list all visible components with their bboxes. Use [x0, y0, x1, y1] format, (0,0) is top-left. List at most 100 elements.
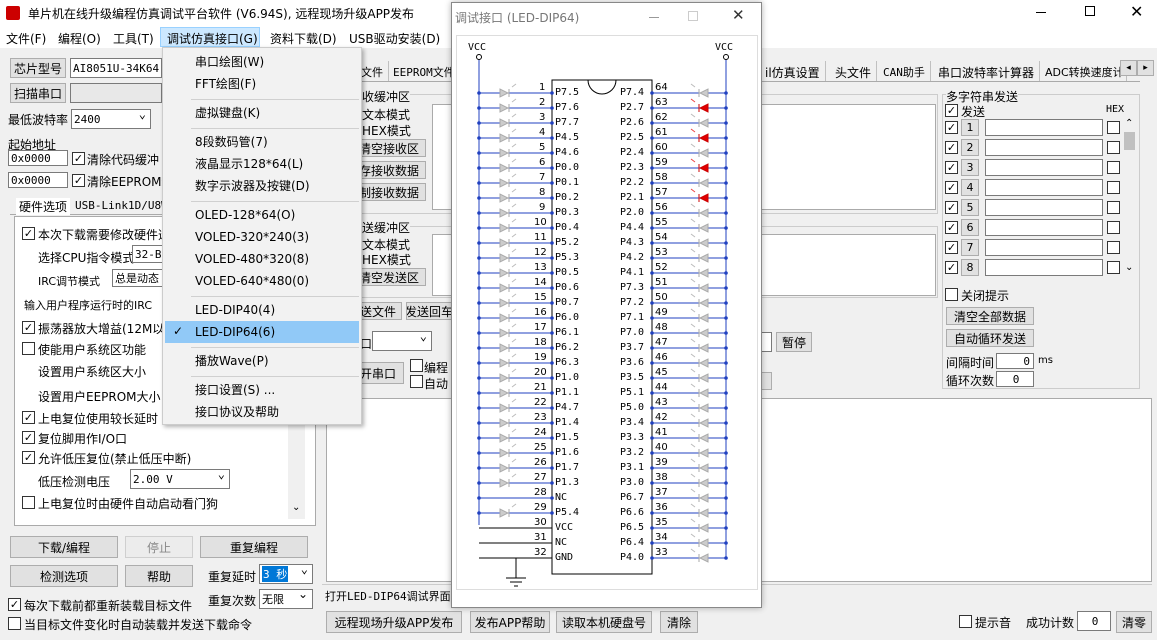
recv-text-mode[interactable]: 文本模式: [362, 106, 410, 123]
save-recv-button[interactable]: 存接收数据: [352, 161, 426, 179]
reload-each-checkbox[interactable]: ✓: [8, 598, 21, 611]
menu-debug[interactable]: 调试仿真接口(G): [167, 30, 258, 47]
close-hint-checkbox[interactable]: [945, 288, 958, 301]
multi-row-hex-checkbox[interactable]: [1107, 221, 1120, 234]
tab-usb-link[interactable]: USB-Link1D/U8W: [75, 199, 168, 212]
multi-row-send-button[interactable]: 8: [961, 259, 979, 276]
menu-item-play-wave[interactable]: 播放Wave(P): [163, 350, 361, 372]
menu-item-voled-640[interactable]: VOLED-640*480(0): [163, 270, 361, 292]
eeprom-address-field[interactable]: 0x0000: [8, 172, 68, 188]
publish-help-button[interactable]: 发布APP帮助: [470, 611, 550, 633]
success-count-field[interactable]: 0: [1077, 611, 1111, 631]
menu-item-voled-320[interactable]: VOLED-320*240(3): [163, 226, 361, 248]
multi-row-send-button[interactable]: 1: [961, 119, 979, 136]
minimize-icon[interactable]: [1036, 12, 1046, 13]
auto-loop-button[interactable]: 自动循环发送: [946, 329, 1034, 347]
multi-row-input[interactable]: [985, 259, 1103, 276]
multi-row-send-button[interactable]: 3: [961, 159, 979, 176]
repeat-delay-select[interactable]: 3 秒: [259, 564, 313, 584]
tab-baud-calc[interactable]: 串口波特率计算器: [933, 61, 1041, 81]
modify-hw-checkbox[interactable]: ✓: [22, 227, 35, 240]
tab-can-helper[interactable]: CAN助手: [878, 61, 931, 81]
watchdog-checkbox[interactable]: [22, 496, 35, 509]
stop-button[interactable]: 停止: [125, 536, 193, 558]
menu-item-oled[interactable]: OLED-128*64(O): [163, 204, 361, 226]
repeat-count-select[interactable]: 无限: [259, 589, 313, 609]
chip-model-field[interactable]: AI8051U-34K64: [70, 58, 162, 78]
menu-download[interactable]: 资料下载(D): [270, 30, 337, 47]
clear-button[interactable]: 清除: [660, 611, 698, 633]
multi-scroll-thumb[interactable]: [1124, 132, 1135, 150]
multi-row-input[interactable]: [985, 119, 1103, 136]
multi-row-checkbox[interactable]: ✓: [945, 241, 958, 254]
baud-select[interactable]: 2400: [71, 109, 151, 129]
send-hex-mode[interactable]: HEX模式: [362, 251, 411, 268]
pause-button[interactable]: 暂停: [776, 332, 812, 352]
irc-mode-select[interactable]: 总是动态: [112, 269, 164, 287]
recv-hex-mode[interactable]: HEX模式: [362, 122, 411, 139]
menu-item-7seg[interactable]: 8段数码管(7): [163, 131, 361, 153]
scroll-down-icon[interactable]: ⌄: [292, 502, 300, 513]
menu-item-interface-settings[interactable]: 接口设置(S) ...: [163, 379, 361, 401]
clear-code-checkbox[interactable]: ✓: [72, 152, 85, 165]
beep-checkbox[interactable]: [959, 615, 972, 628]
tab-scroll-left-icon[interactable]: ◂: [1120, 60, 1137, 76]
long-delay-checkbox[interactable]: ✓: [22, 411, 35, 424]
menu-item-lcd[interactable]: 液晶显示128*64(L): [163, 153, 361, 175]
menu-item-oscilloscope[interactable]: 数字示波器及按键(D): [163, 175, 361, 197]
multi-row-checkbox[interactable]: ✓: [945, 261, 958, 274]
tab-hardware[interactable]: 硬件选项: [16, 198, 71, 215]
multi-row-hex-checkbox[interactable]: [1107, 181, 1120, 194]
multi-row-input[interactable]: [985, 219, 1103, 236]
multi-row-hex-checkbox[interactable]: [1107, 121, 1120, 134]
multi-scrollbar[interactable]: ⌃ ⌄: [1123, 118, 1136, 276]
multi-row-checkbox[interactable]: ✓: [945, 141, 958, 154]
menu-item-fft-plot[interactable]: FFT绘图(F): [163, 73, 361, 95]
chip-type-button[interactable]: 芯片型号: [10, 58, 66, 78]
multi-row-send-button[interactable]: 6: [961, 219, 979, 236]
multi-row-checkbox[interactable]: ✓: [945, 181, 958, 194]
menu-item-serial-plot[interactable]: 串口绘图(W): [163, 51, 361, 73]
com-port-select[interactable]: [372, 331, 432, 351]
multi-row-input[interactable]: [985, 199, 1103, 216]
multi-row-checkbox[interactable]: ✓: [945, 121, 958, 134]
multi-row-send-button[interactable]: 7: [961, 239, 979, 256]
multi-row-checkbox[interactable]: ✓: [945, 221, 958, 234]
multi-row-hex-checkbox[interactable]: [1107, 261, 1120, 274]
tab-header-file[interactable]: 头文件: [830, 61, 878, 81]
menu-file[interactable]: 文件(F): [6, 30, 46, 47]
cpu-mode-select[interactable]: 32-B: [132, 245, 164, 263]
clear-send-button[interactable]: 清空发送区: [352, 268, 426, 286]
multi-row-hex-checkbox[interactable]: [1107, 141, 1120, 154]
multi-row-send-button[interactable]: 5: [961, 199, 979, 216]
scan-port-button[interactable]: 扫描串口: [10, 83, 66, 103]
multi-row-hex-checkbox[interactable]: [1107, 201, 1120, 214]
send-return-button[interactable]: 发送回车: [406, 302, 452, 320]
menu-item-voled-480[interactable]: VOLED-480*320(8): [163, 248, 361, 270]
multi-row-input[interactable]: [985, 179, 1103, 196]
lv-detect-select[interactable]: 2.00 V: [130, 469, 230, 489]
multi-row-checkbox[interactable]: ✓: [945, 201, 958, 214]
multi-row-send-button[interactable]: 4: [961, 179, 979, 196]
menu-usb-driver[interactable]: USB驱动安装(D): [349, 30, 440, 47]
clear-recv-button[interactable]: 清空接收区: [352, 139, 426, 157]
multi-row-send-button[interactable]: 2: [961, 139, 979, 156]
copy-recv-button[interactable]: 制接收数据: [352, 183, 426, 201]
multi-row-input[interactable]: [985, 139, 1103, 156]
maximize-icon[interactable]: [1085, 6, 1095, 16]
multi-row-hex-checkbox[interactable]: [1107, 241, 1120, 254]
reset-io-checkbox[interactable]: ✓: [22, 431, 35, 444]
interval-field[interactable]: 0: [996, 353, 1034, 369]
repeat-program-button[interactable]: 重复编程: [200, 536, 308, 558]
tab-eeprom-file[interactable]: EEPROM文件: [388, 61, 461, 81]
menu-program[interactable]: 编程(O): [58, 30, 101, 47]
menu-item-led-dip40[interactable]: LED-DIP40(4): [163, 299, 361, 321]
multi-row-input[interactable]: [985, 159, 1103, 176]
check-options-button[interactable]: 检测选项: [10, 565, 118, 587]
user-sys-checkbox[interactable]: [22, 342, 35, 355]
multi-scroll-up-icon[interactable]: ⌃: [1125, 118, 1133, 129]
port-select[interactable]: [70, 83, 162, 103]
tab-adc-speed[interactable]: ADC转换速度计: [1040, 61, 1127, 81]
loop-count-field[interactable]: 0: [996, 371, 1034, 387]
multi-scroll-down-icon[interactable]: ⌄: [1125, 262, 1133, 273]
